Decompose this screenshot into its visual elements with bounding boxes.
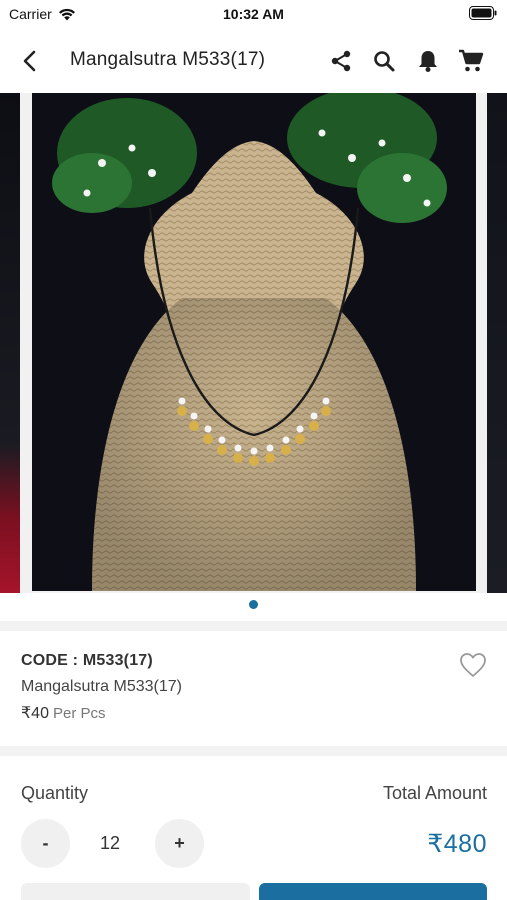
decrease-quantity-button[interactable]: - xyxy=(21,819,70,868)
total-amount-value: ₹480 xyxy=(427,830,487,858)
total-amount-label: Total Amount xyxy=(382,783,487,803)
secondary-action-button[interactable] xyxy=(21,883,250,900)
add-to-cart-button[interactable] xyxy=(259,883,487,900)
notifications-button[interactable] xyxy=(413,46,443,76)
battery-icon xyxy=(469,6,497,25)
status-bar: Carrier 10:32 AM xyxy=(0,0,507,30)
back-button[interactable] xyxy=(14,46,44,76)
next-slide-peek[interactable] xyxy=(487,93,507,593)
cart-button[interactable] xyxy=(456,46,486,76)
pagination-dot-active[interactable] xyxy=(249,600,258,609)
share-button[interactable] xyxy=(326,46,356,76)
product-image-carousel[interactable] xyxy=(0,93,507,593)
favorite-button[interactable] xyxy=(459,652,487,678)
back-icon xyxy=(23,50,36,72)
product-code: CODE : M533(17) xyxy=(21,652,153,670)
product-name: Mangalsutra M533(17) xyxy=(21,678,182,695)
price-value: ₹40 xyxy=(21,705,49,722)
cart-icon xyxy=(459,49,484,72)
necklace-photo xyxy=(32,93,476,591)
search-icon xyxy=(374,51,395,72)
increase-quantity-button[interactable]: + xyxy=(155,819,204,868)
previous-slide-peek[interactable] xyxy=(0,93,20,593)
price-unit: Per Pcs xyxy=(52,705,106,722)
product-code-label: CODE : xyxy=(21,652,83,669)
quantity-label: Quantity xyxy=(21,783,89,803)
product-image[interactable] xyxy=(32,93,476,591)
section-divider xyxy=(0,746,507,756)
quantity-value[interactable]: 12 xyxy=(80,833,140,854)
product-price: ₹40 Per Pcs xyxy=(21,703,106,723)
page-title: Mangalsutra M533(17) xyxy=(70,49,266,70)
heart-icon xyxy=(460,653,486,677)
product-info: CODE : M533(17) Mangalsutra M533(17) ₹40… xyxy=(0,632,507,746)
search-button[interactable] xyxy=(369,46,399,76)
section-divider xyxy=(0,621,507,631)
product-code-value: M533(17) xyxy=(82,652,153,669)
quantity-section: Quantity Total Amount - 12 + ₹480 xyxy=(0,756,507,900)
bell-icon xyxy=(419,51,437,72)
app-header: Mangalsutra M533(17) xyxy=(0,30,507,92)
carousel-pagination xyxy=(0,600,507,609)
status-time: 10:32 AM xyxy=(223,6,284,22)
share-icon xyxy=(331,50,351,72)
